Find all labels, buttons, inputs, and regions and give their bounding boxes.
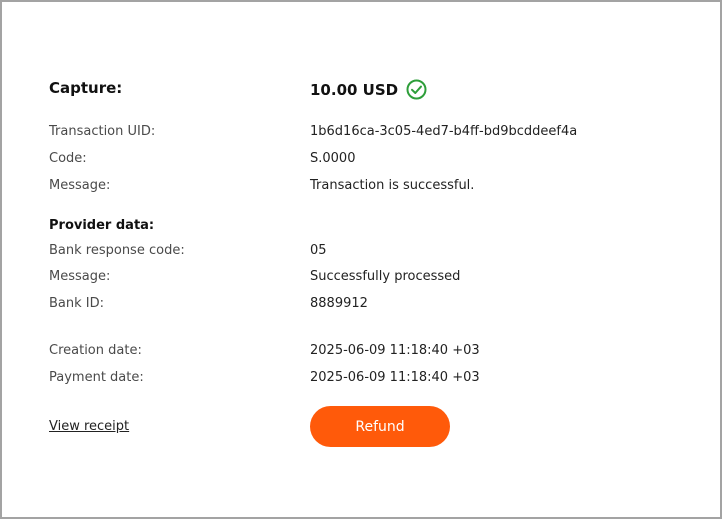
capture-amount-group: 10.00 USD bbox=[310, 79, 427, 100]
provider-message-label: Message: bbox=[49, 269, 111, 284]
capture-label: Capture: bbox=[49, 79, 123, 97]
code-label: Code: bbox=[49, 151, 87, 166]
provider-message-value: Successfully processed bbox=[310, 269, 461, 284]
code-value: S.0000 bbox=[310, 151, 356, 166]
capture-amount: 10.00 USD bbox=[310, 80, 399, 99]
transaction-details-panel: Capture: 10.00 USD Transaction UID: 1b6d… bbox=[0, 0, 722, 519]
payment-date-label: Payment date: bbox=[49, 370, 144, 385]
refund-button[interactable]: Refund bbox=[310, 406, 450, 447]
bank-id-value: 8889912 bbox=[310, 296, 368, 311]
bank-response-code-label: Bank response code: bbox=[49, 243, 185, 258]
bank-response-code-value: 05 bbox=[310, 243, 327, 258]
check-circle-icon bbox=[406, 79, 427, 100]
bank-id-label: Bank ID: bbox=[49, 296, 105, 311]
payment-date-value: 2025-06-09 11:18:40 +03 bbox=[310, 370, 480, 385]
creation-date-value: 2025-06-09 11:18:40 +03 bbox=[310, 343, 480, 358]
view-receipt-link[interactable]: View receipt bbox=[49, 419, 129, 434]
provider-data-title: Provider data: bbox=[49, 218, 155, 233]
message-label: Message: bbox=[49, 178, 111, 193]
message-value: Transaction is successful. bbox=[310, 178, 475, 193]
creation-date-label: Creation date: bbox=[49, 343, 142, 358]
transaction-uid-value: 1b6d16ca-3c05-4ed7-b4ff-bd9bcddeef4a bbox=[310, 124, 578, 139]
actions-row: View receipt Refund bbox=[49, 406, 710, 448]
transaction-uid-label: Transaction UID: bbox=[49, 124, 156, 139]
